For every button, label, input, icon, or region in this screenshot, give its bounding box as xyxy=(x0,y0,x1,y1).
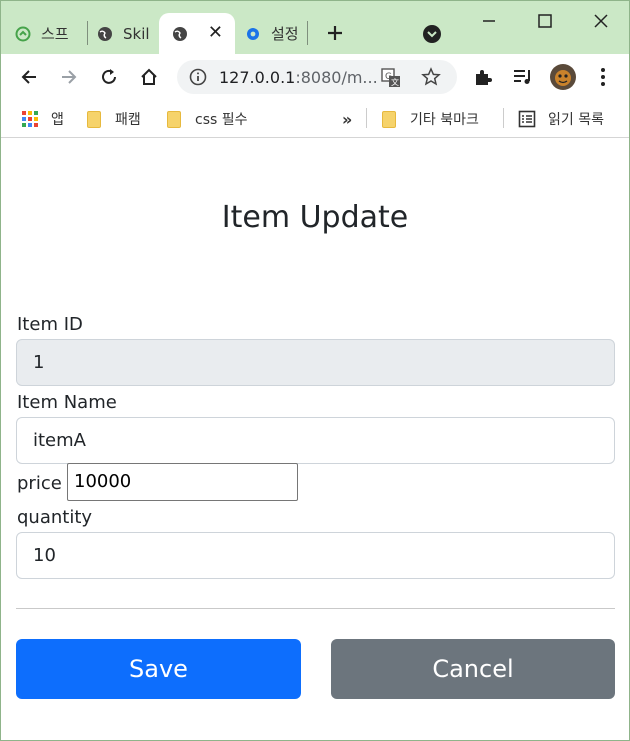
playlist-icon xyxy=(514,70,530,84)
quantity-label: quantity xyxy=(17,507,93,528)
media-button[interactable] xyxy=(511,65,535,89)
page-title: Item Update xyxy=(221,200,409,235)
plus-icon xyxy=(328,26,342,40)
star-icon[interactable] xyxy=(421,67,441,91)
bookmarks-bar: 앱 패캠 css 필수 » 기타 북마크 읽기 목록 xyxy=(1,100,629,138)
browser-window: 스프 Skil ✕ 설정 127.0.0.1:8080/m... G 文 앱 패… xyxy=(0,0,630,741)
tab-skill[interactable]: Skil xyxy=(97,13,157,54)
folder-icon xyxy=(382,110,396,128)
forward-arrow-icon xyxy=(62,70,77,84)
tab-search-icon xyxy=(423,25,441,43)
bookmark-label: 기타 북마크 xyxy=(410,112,479,128)
folder-icon xyxy=(167,110,181,128)
quantity-field[interactable]: 10 xyxy=(16,532,615,579)
tab-strip: 스프 Skil ✕ 설정 xyxy=(1,1,629,54)
folder-icon xyxy=(87,110,101,128)
info-icon[interactable] xyxy=(189,68,207,90)
bookmark-label: 패캠 xyxy=(115,112,141,128)
maximize-button[interactable] xyxy=(533,9,557,33)
page-content: Item Update Item ID 1 Item Name itemA pr… xyxy=(1,139,629,740)
save-button[interactable]: Save xyxy=(16,639,301,699)
avatar[interactable] xyxy=(549,63,577,91)
menu-button[interactable] xyxy=(591,65,615,89)
bookmark-label: 앱 xyxy=(51,112,64,128)
puzzle-icon xyxy=(476,70,492,85)
avatar-icon xyxy=(550,64,576,90)
item-name-label: Item Name xyxy=(17,392,117,413)
globe-icon xyxy=(172,26,188,42)
reading-list-icon xyxy=(518,110,536,128)
kebab-menu-icon xyxy=(601,68,605,86)
bookmark-folder-1[interactable]: 패캠 xyxy=(87,108,141,130)
tab-settings[interactable]: 설정 xyxy=(245,13,307,54)
item-id-label: Item ID xyxy=(17,314,83,335)
close-icon xyxy=(594,14,608,28)
reading-list-button[interactable]: 읽기 목록 xyxy=(518,108,604,130)
home-icon xyxy=(141,68,157,85)
forward-button[interactable] xyxy=(57,65,81,89)
apps-grid-icon xyxy=(22,111,38,127)
home-button[interactable] xyxy=(137,65,161,89)
reload-icon xyxy=(102,69,116,84)
extensions-button[interactable] xyxy=(471,65,495,89)
svg-text:文: 文 xyxy=(391,77,399,87)
back-arrow-icon xyxy=(21,70,36,84)
bookmark-label: css 필수 xyxy=(195,112,248,128)
url-host: 127.0.0.1 xyxy=(219,68,296,87)
bookmark-folder-2[interactable]: css 필수 xyxy=(167,108,248,130)
tab-label: 설정 xyxy=(271,25,299,43)
address-bar[interactable]: 127.0.0.1:8080/m... G文 xyxy=(177,60,457,94)
tab-active[interactable]: ✕ xyxy=(159,13,235,54)
item-id-field: 1 xyxy=(16,339,615,386)
tab-label: 스프 xyxy=(41,25,69,43)
url-text: 127.0.0.1:8080/m... xyxy=(219,68,378,87)
bookmark-label: 읽기 목록 xyxy=(548,112,604,128)
browser-toolbar: 127.0.0.1:8080/m... G文 xyxy=(1,54,629,100)
tab-spring[interactable]: 스프 xyxy=(15,13,85,54)
bookmarks-overflow-button[interactable]: » xyxy=(342,108,352,130)
close-window-button[interactable] xyxy=(589,9,613,33)
gear-icon xyxy=(245,26,261,42)
translate-icon[interactable]: G文 xyxy=(381,68,401,92)
tab-search-button[interactable] xyxy=(421,23,445,47)
chevron-double-right-icon: » xyxy=(342,109,353,129)
price-label: price xyxy=(17,473,62,494)
spring-icon xyxy=(15,26,31,42)
tab-label: Skil xyxy=(123,24,150,43)
back-button[interactable] xyxy=(17,65,41,89)
new-tab-button[interactable] xyxy=(323,21,347,45)
item-name-field[interactable]: itemA xyxy=(16,417,615,464)
close-tab-icon[interactable]: ✕ xyxy=(208,24,223,42)
minimize-button[interactable] xyxy=(477,9,501,33)
maximize-icon xyxy=(538,14,552,28)
minimize-icon xyxy=(483,20,495,22)
cancel-button[interactable]: Cancel xyxy=(331,639,615,699)
globe-icon xyxy=(97,26,113,42)
divider xyxy=(16,608,615,609)
url-path: :8080/m... xyxy=(295,68,378,87)
reload-button[interactable] xyxy=(97,65,121,89)
price-input[interactable]: 10000 xyxy=(67,463,298,501)
bookmark-other[interactable]: 기타 북마크 xyxy=(382,108,479,130)
bookmark-apps[interactable]: 앱 xyxy=(21,108,64,130)
